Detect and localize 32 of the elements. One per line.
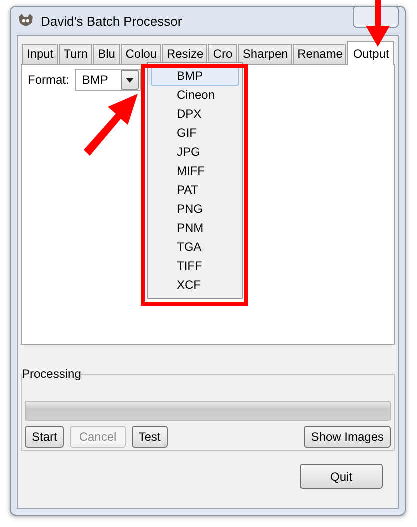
list-item[interactable]: BMP bbox=[151, 67, 239, 86]
button[interactable]: Start bbox=[25, 426, 64, 448]
tab[interactable]: Output bbox=[347, 41, 394, 65]
list-item[interactable]: Cineon bbox=[151, 86, 239, 105]
app-logo-icon bbox=[17, 13, 35, 29]
tab[interactable]: Rename bbox=[292, 44, 346, 64]
list-item[interactable]: GIF bbox=[151, 124, 239, 143]
tab[interactable]: Colou bbox=[120, 44, 161, 64]
tab[interactable]: Turn bbox=[58, 44, 92, 64]
list-item[interactable]: JPG bbox=[151, 143, 239, 162]
tab[interactable]: Input bbox=[22, 44, 58, 64]
list-item[interactable]: PNG bbox=[151, 200, 239, 219]
quit-button[interactable]: Quit bbox=[300, 464, 383, 489]
list-item[interactable]: TGA bbox=[151, 238, 239, 257]
group-title: Processing bbox=[22, 367, 82, 381]
show-images-button[interactable]: Show Images bbox=[304, 426, 391, 448]
list-item[interactable]: TIFF bbox=[151, 257, 239, 276]
tab[interactable]: Sharpen bbox=[238, 44, 292, 64]
list-item[interactable]: PNM bbox=[151, 219, 239, 238]
format-label: Format: bbox=[28, 73, 70, 87]
list-item[interactable]: PAT bbox=[151, 181, 239, 200]
caret-icon bbox=[126, 78, 134, 82]
window-title: David's Batch Processor bbox=[41, 14, 184, 28]
format-dropdown[interactable]: BMP bbox=[75, 69, 142, 91]
tab[interactable]: Resize bbox=[162, 44, 208, 64]
list-item[interactable]: DPX bbox=[151, 105, 239, 124]
button[interactable]: Test bbox=[132, 426, 168, 448]
tab[interactable]: Cro bbox=[208, 44, 237, 64]
tab[interactable]: Blu bbox=[93, 44, 120, 64]
list-item[interactable]: MIFF bbox=[151, 162, 239, 181]
list-item[interactable]: XCF bbox=[151, 276, 239, 295]
arrow-annotation bbox=[365, 0, 391, 48]
